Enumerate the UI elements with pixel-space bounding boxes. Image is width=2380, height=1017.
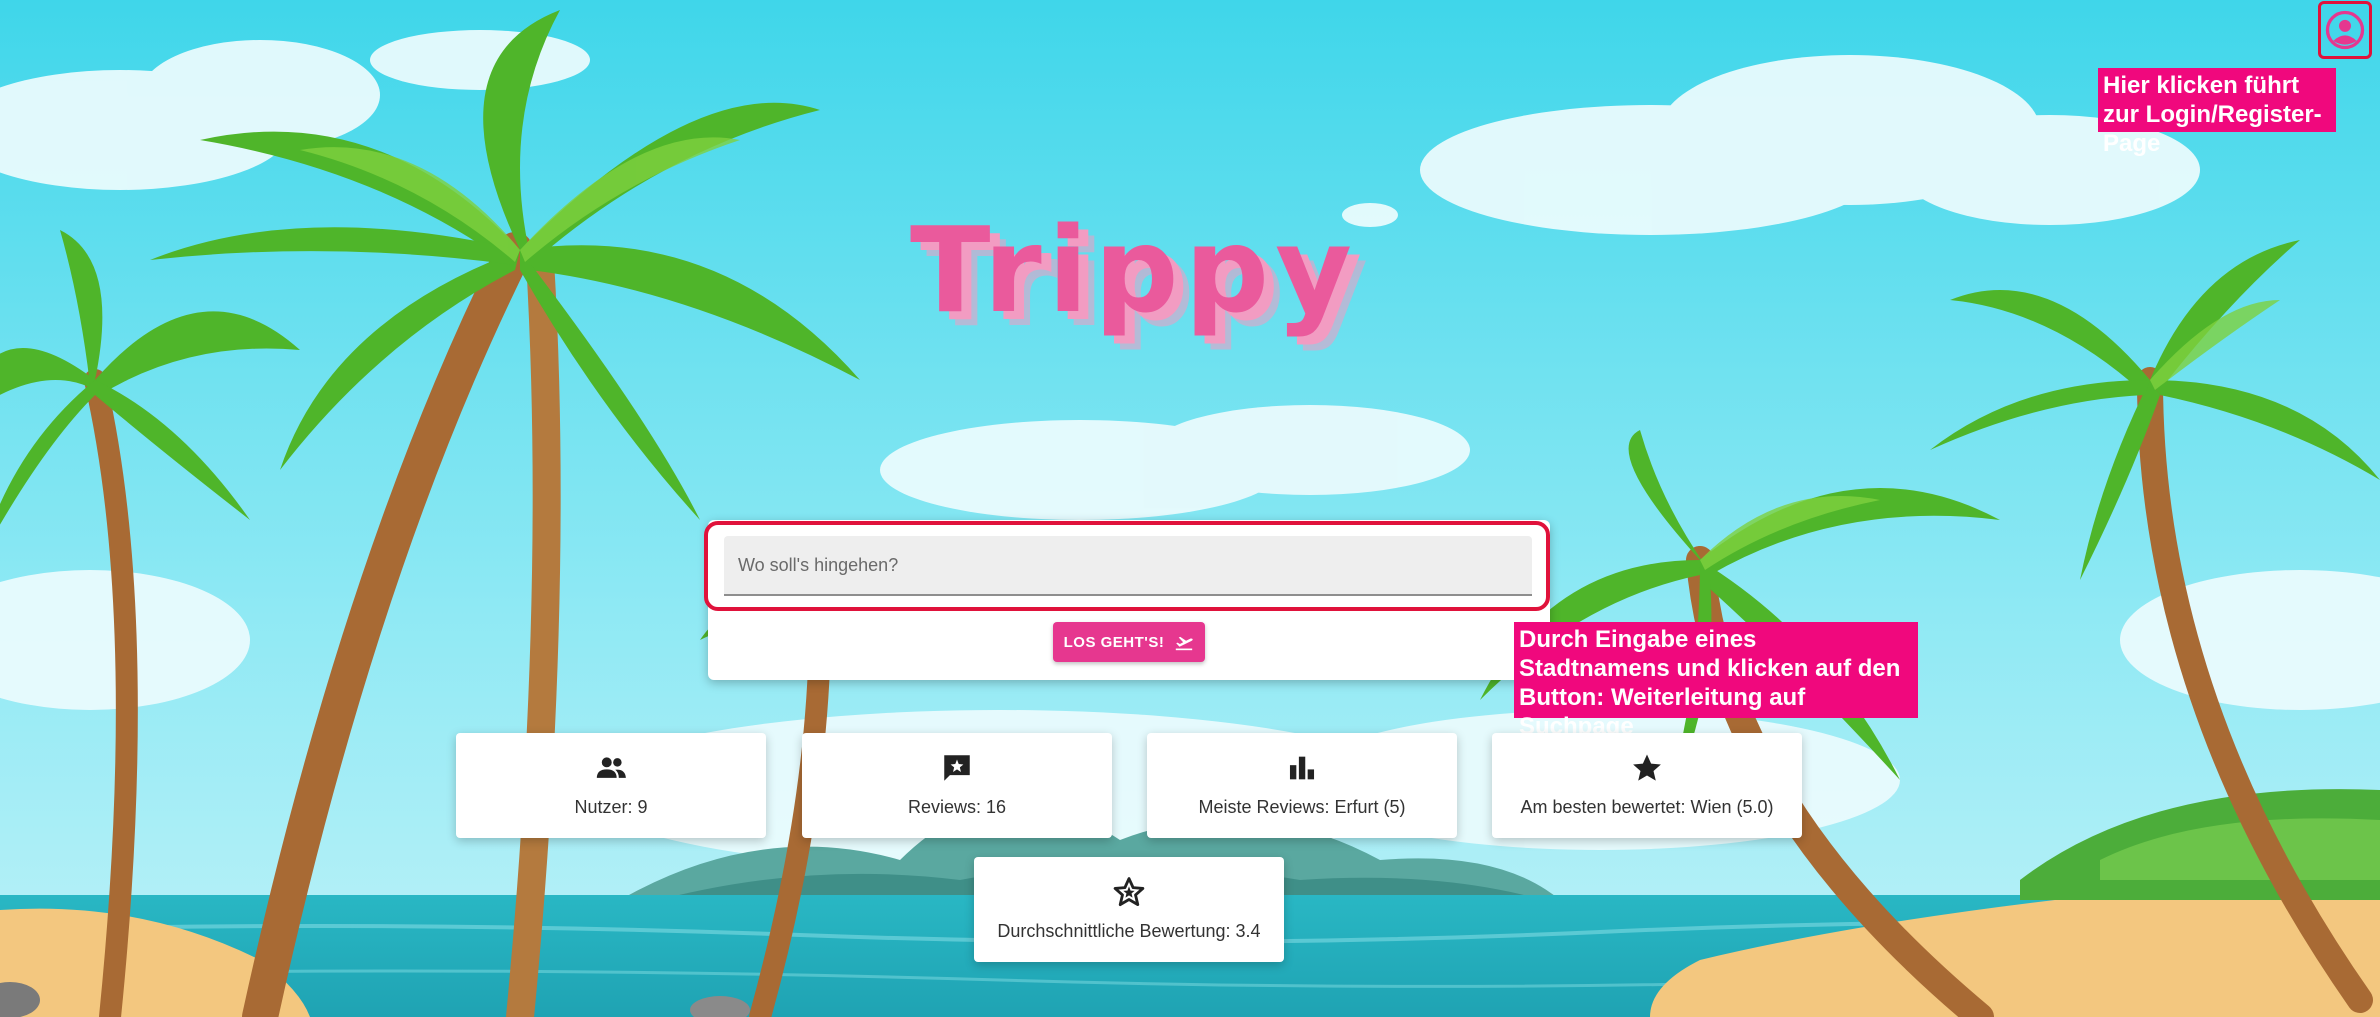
reviews-icon [944,755,970,781]
destination-search-input[interactable] [724,536,1532,596]
stat-card-most-reviews: Meiste Reviews: Erfurt (5) [1147,733,1457,838]
bar-chart-icon [1289,756,1315,780]
trippy-logo: Trippy [910,201,1359,339]
stat-label: Meiste Reviews: Erfurt (5) [1198,797,1406,817]
people-icon [596,757,626,778]
profile-button[interactable] [2318,1,2372,59]
star-outline-icon [1113,877,1145,907]
stat-card-best-rated: Am besten bewertet: Wien (5.0) [1492,733,1802,838]
stat-label: Nutzer: 9 [574,797,648,817]
stat-label: Am besten bewertet: Wien (5.0) [1520,797,1774,817]
go-button[interactable]: LOS GEHT'S! [1053,622,1205,662]
go-button-label: LOS GEHT'S! [1063,633,1165,651]
stat-card-average-rating: Durchschnittliche Bewertung: 3.4 [974,857,1284,962]
search-card: LOS GEHT'S! [708,520,1550,680]
stat-card-users: Nutzer: 9 [456,733,766,838]
flight-takeoff-icon [1176,636,1194,651]
search-annotation: Durch Eingabe eines Stadtnamens und klic… [1514,622,1918,740]
stat-label: Reviews: 16 [907,797,1007,817]
star-icon [1633,754,1661,781]
stat-label: Durchschnittliche Bewertung: 3.4 [997,921,1261,941]
profile-annotation: Hier klicken führt zur Login/Register-Pa… [2098,68,2336,157]
account-circle-icon [2325,10,2365,50]
stat-card-reviews: Reviews: 16 [802,733,1112,838]
